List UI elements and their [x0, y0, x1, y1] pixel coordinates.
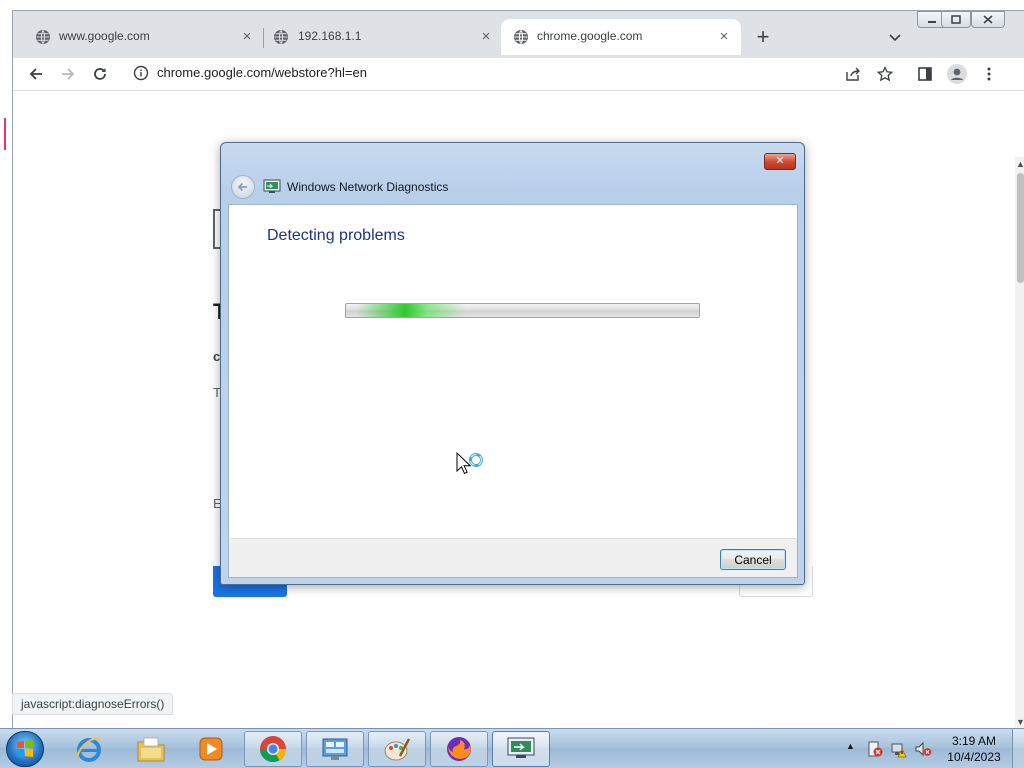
back-button[interactable] — [25, 63, 47, 85]
star-icon — [877, 66, 893, 82]
share-icon — [846, 67, 860, 81]
marquee-progress-bar — [345, 303, 700, 318]
media-player-icon — [199, 737, 223, 761]
forward-button[interactable] — [57, 63, 79, 85]
taskbar-media-player[interactable] — [182, 731, 240, 767]
maximize-button[interactable] — [941, 11, 971, 28]
dialog-footer: Cancel — [228, 538, 798, 578]
network-diagnostics-dialog: ✕ Windows Network Diagnostics Detecting … — [220, 142, 805, 585]
back-arrow-icon — [237, 182, 247, 192]
tab-close-icon[interactable]: × — [716, 29, 732, 45]
avatar-icon — [947, 64, 967, 84]
minimize-icon — [928, 20, 936, 23]
taskbar-paint[interactable] — [368, 731, 426, 767]
link-status-bubble: javascript:diagnoseErrors() — [12, 693, 174, 715]
tray-overflow-chevron-icon[interactable]: ▲ — [846, 741, 855, 751]
bookmark-button[interactable] — [874, 63, 896, 85]
page-scrollbar[interactable]: ▲ ▼ — [1015, 157, 1024, 729]
tab-webstore[interactable]: chrome.google.com × — [501, 19, 741, 55]
share-button[interactable] — [842, 63, 864, 85]
globe-icon — [36, 30, 50, 44]
menu-button[interactable] — [978, 63, 1000, 85]
taskbar-chrome[interactable] — [244, 731, 302, 767]
network-diagnostics-icon — [507, 737, 535, 758]
globe-icon — [514, 30, 528, 44]
reload-button[interactable] — [89, 63, 111, 85]
tab-google[interactable]: www.google.com × — [13, 19, 261, 55]
action-center-icon[interactable] — [866, 740, 884, 758]
tab-title: chrome.google.com — [537, 29, 643, 43]
arrow-left-icon — [29, 68, 42, 80]
network-diagnostics-icon — [263, 179, 281, 193]
taskbar-network-diagnostics[interactable] — [492, 731, 550, 767]
taskbar-internet-explorer[interactable] — [60, 731, 118, 767]
browser-toolbar: chrome.google.com/webstore?hl=en — [13, 58, 1024, 90]
close-icon — [983, 15, 993, 24]
volume-muted-icon[interactable] — [914, 740, 932, 758]
taskbar-firefox[interactable] — [430, 731, 488, 767]
tab-strip: www.google.com × 192.168.1.1 × chrome.go… — [13, 11, 1024, 58]
tab-close-icon[interactable]: × — [478, 29, 494, 45]
address-bar[interactable]: chrome.google.com/webstore?hl=en — [123, 59, 879, 87]
profile-button[interactable] — [946, 63, 968, 85]
start-button[interactable] — [6, 731, 44, 767]
tab-search-chevron-icon[interactable] — [887, 29, 903, 45]
left-accent-bar — [4, 118, 6, 150]
side-panel-button[interactable] — [914, 63, 936, 85]
show-desktop-button[interactable] — [1012, 729, 1024, 768]
globe-icon — [274, 30, 288, 44]
clock-time[interactable]: 3:19 AM — [944, 734, 1004, 748]
new-tab-button[interactable]: + — [753, 26, 773, 48]
side-panel-icon — [918, 67, 932, 81]
restore-icon — [951, 15, 961, 24]
kebab-menu-icon — [987, 67, 991, 81]
scroll-up-icon[interactable]: ▲ — [1016, 159, 1024, 169]
dialog-content: Detecting problems — [228, 204, 798, 538]
chrome-icon — [259, 736, 287, 763]
info-icon[interactable] — [133, 65, 149, 81]
control-panel-icon — [322, 738, 348, 760]
taskbar-file-explorer[interactable] — [122, 731, 180, 767]
dialog-heading: Detecting problems — [267, 227, 405, 244]
dialog-close-button[interactable]: ✕ — [764, 153, 796, 170]
arrow-right-icon — [62, 68, 75, 80]
window-close-button[interactable] — [971, 11, 1005, 28]
scroll-down-icon[interactable]: ▼ — [1016, 717, 1024, 727]
network-error-icon[interactable] — [890, 740, 908, 758]
taskbar: ▲ 3:19 AM 10/4/2023 — [0, 728, 1024, 768]
clock-date[interactable]: 10/4/2023 — [944, 750, 1004, 764]
url-text: chrome.google.com/webstore?hl=en — [157, 65, 367, 80]
internet-explorer-icon — [76, 737, 102, 762]
tab-router[interactable]: 192.168.1.1 × — [263, 19, 503, 55]
cancel-button[interactable]: Cancel — [720, 549, 786, 570]
tab-title: www.google.com — [59, 29, 150, 43]
progress-glow — [356, 304, 466, 317]
windows-logo-icon — [17, 740, 33, 757]
busy-cursor-icon — [456, 452, 483, 475]
taskbar-control-panel[interactable] — [306, 731, 364, 767]
scrollbar-thumb[interactable] — [1017, 173, 1024, 283]
dialog-back-button[interactable] — [231, 175, 255, 199]
dialog-title: Windows Network Diagnostics — [287, 180, 449, 194]
tab-close-icon[interactable]: × — [239, 29, 255, 45]
reload-icon — [94, 68, 106, 80]
tab-title: 192.168.1.1 — [298, 29, 362, 43]
firefox-icon — [447, 737, 471, 761]
paint-icon — [384, 738, 411, 761]
file-explorer-icon — [137, 737, 165, 762]
